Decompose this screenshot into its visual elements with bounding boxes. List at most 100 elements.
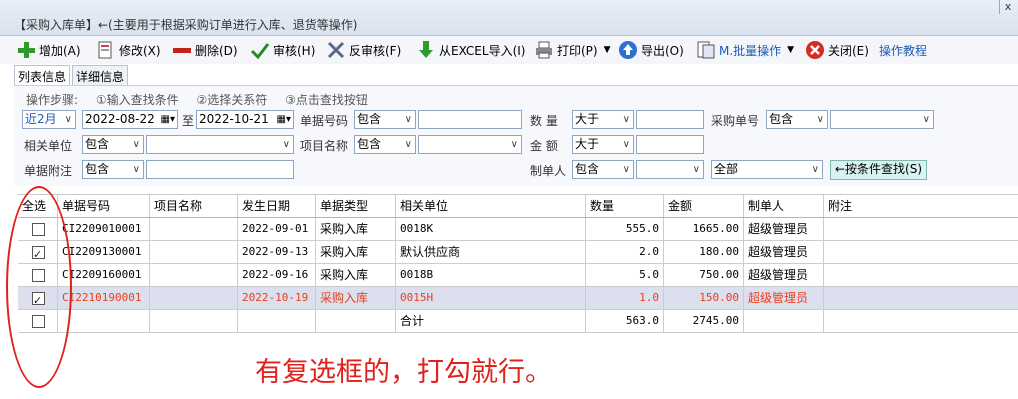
partner-cell: 默认供应商 <box>396 241 586 263</box>
period-select[interactable]: 近2月 ∨ <box>22 110 76 129</box>
title-bar: 【采购入库单】←(主要用于根据采购订单进行入库、退货等操作) x <box>0 0 1018 36</box>
edit-label: 修改(X) <box>119 43 161 58</box>
column-header[interactable]: 制单人 <box>744 195 824 217</box>
quantity-cell: 1.0 <box>586 287 664 309</box>
note-operator-select[interactable]: 包含 ∨ <box>82 160 144 179</box>
table-row[interactable]: CI2209160001 2022-09-16 采购入库 0018B 5.0 7… <box>18 264 1018 287</box>
doc-no-label: 单据号码 <box>300 114 349 128</box>
table-row[interactable]: CI2209010001 2022-09-01 采购入库 0018K 555.0… <box>18 218 1018 241</box>
note-cell <box>824 241 1018 263</box>
project-label: 项目名称 <box>300 139 349 153</box>
add-button[interactable]: 增加(A) <box>16 38 81 62</box>
steps-title: 操作步骤: <box>26 93 79 107</box>
chevron-down-icon: ∨ <box>404 139 412 150</box>
column-header[interactable]: 附注 <box>824 195 1018 217</box>
column-header[interactable]: 项目名称 <box>150 195 238 217</box>
unaudit-button[interactable]: 反审核(F) <box>326 38 401 62</box>
project-select[interactable]: ∨ <box>418 135 522 154</box>
total-quantity: 563.0 <box>586 310 664 332</box>
partner-cell: 0018B <box>396 264 586 286</box>
quantity-cell: 5.0 <box>586 264 664 286</box>
table-header-row: 全选 单据号码 项目名称 发生日期 单据类型 相关单位 数量 金额 制单人 附注 <box>18 195 1018 218</box>
filter-panel: 操作步骤: ①输入查找条件 ②选择关系符 ③点击查找按钮 近2月 ∨ 2022-0… <box>14 85 1018 186</box>
date-to-value: 2022-10-21 <box>199 112 269 126</box>
quantity-operator-select[interactable]: 大于 ∨ <box>572 110 634 129</box>
tutorial-link[interactable]: 操作教程 <box>879 38 927 62</box>
table-total-row: 合计 563.0 2745.00 <box>18 310 1018 333</box>
note-cell <box>824 310 1018 332</box>
dropdown-arrow-icon[interactable]: ▼ <box>604 45 611 55</box>
minus-icon <box>173 48 191 53</box>
column-header[interactable]: 发生日期 <box>238 195 316 217</box>
date-from-picker[interactable]: 2022-08-22 ▦▾ <box>82 110 178 129</box>
export-button[interactable]: 导出(O) <box>618 38 684 62</box>
chevron-down-icon: ∨ <box>922 114 930 125</box>
tab-detail[interactable]: 详细信息 <box>72 65 129 85</box>
step-3: ③点击查找按钮 <box>285 93 368 107</box>
amount-operator-select[interactable]: 大于 ∨ <box>572 135 634 154</box>
delete-button[interactable]: 删除(D) <box>172 38 238 62</box>
note-label: 单据附注 <box>24 164 73 178</box>
column-header[interactable]: 单据号码 <box>58 195 150 217</box>
po-no-label: 采购单号 <box>711 114 760 128</box>
po-no-select[interactable]: ∨ <box>830 110 934 129</box>
column-header[interactable]: 数量 <box>586 195 664 217</box>
project-operator-select[interactable]: 包含 ∨ <box>354 135 416 154</box>
date-to-picker[interactable]: 2022-10-21 ▦▾ <box>196 110 294 129</box>
partner-label: 相关单位 <box>24 139 73 153</box>
upload-arrow-icon <box>619 41 637 59</box>
close-icon[interactable]: x <box>999 0 1016 14</box>
po-no-operator-select[interactable]: 包含 ∨ <box>766 110 828 129</box>
amount-cell: 750.00 <box>664 264 744 286</box>
column-header[interactable]: 相关单位 <box>396 195 586 217</box>
doc-no-operator-value: 包含 <box>357 112 382 126</box>
chevron-down-icon: ∨ <box>622 114 630 125</box>
operation-steps: 操作步骤: ①输入查找条件 ②选择关系符 ③点击查找按钮 <box>26 91 382 108</box>
amount-input[interactable] <box>636 135 704 154</box>
status-value: 全部 <box>714 162 739 176</box>
partner-operator-select[interactable]: 包含 ∨ <box>82 135 144 154</box>
date-cell: 2022-09-13 <box>238 241 316 263</box>
note-input[interactable] <box>146 160 294 179</box>
doc-no-input[interactable] <box>418 110 522 129</box>
partner-select[interactable]: ∨ <box>146 135 294 154</box>
unaudit-label: 反审核(F) <box>349 43 402 58</box>
maker-cell: 超级管理员 <box>744 218 824 240</box>
print-button[interactable]: 打印(P) ▼ <box>534 38 611 62</box>
tab-bar: 列表信息 详细信息 <box>14 65 130 85</box>
maker-cell: 超级管理员 <box>744 287 824 309</box>
quantity-cell: 2.0 <box>586 241 664 263</box>
close-button[interactable]: 关闭(E) <box>805 38 869 62</box>
dropdown-arrow-icon[interactable]: ▼ <box>787 45 794 55</box>
audit-button[interactable]: 审核(H) <box>250 38 315 62</box>
column-header[interactable]: 金额 <box>664 195 744 217</box>
status-select[interactable]: 全部 ∨ <box>711 160 823 179</box>
import-excel-label: 从EXCEL导入(I) <box>439 43 526 58</box>
search-button[interactable]: ←按条件查找(S) <box>830 160 928 180</box>
tab-list[interactable]: 列表信息 <box>14 65 71 85</box>
table-row-selected[interactable]: CI2210190001 2022-10-19 采购入库 0015H 1.0 1… <box>18 287 1018 310</box>
calendar-icon[interactable]: ▦▾ <box>161 111 175 128</box>
calendar-icon[interactable]: ▦▾ <box>277 111 291 128</box>
maker-cell <box>744 310 824 332</box>
edit-button[interactable]: 修改(X) <box>96 38 161 62</box>
note-cell <box>824 218 1018 240</box>
total-label: 合计 <box>396 310 586 332</box>
maker-label: 制单人 <box>530 164 567 178</box>
amount-label: 金 额 <box>530 139 558 153</box>
date-cell: 2022-10-19 <box>238 287 316 309</box>
maker-select[interactable]: ∨ <box>636 160 704 179</box>
table-row[interactable]: CI2209130001 2022-09-13 采购入库 默认供应商 2.0 1… <box>18 241 1018 264</box>
column-header[interactable]: 单据类型 <box>316 195 396 217</box>
batch-button[interactable]: M.批量操作 ▼ <box>696 38 794 62</box>
doc-no-operator-select[interactable]: 包含 ∨ <box>354 110 416 129</box>
step-1: ①输入查找条件 <box>95 93 179 107</box>
maker-operator-select[interactable]: 包含 ∨ <box>572 160 634 179</box>
data-grid: 全选 单据号码 项目名称 发生日期 单据类型 相关单位 数量 金额 制单人 附注… <box>18 194 1018 333</box>
import-excel-button[interactable]: 从EXCEL导入(I) <box>416 38 525 62</box>
chevron-down-icon: ∨ <box>816 114 824 125</box>
quantity-input[interactable] <box>636 110 704 129</box>
type-cell: 采购入库 <box>316 287 396 309</box>
check-icon <box>250 43 270 60</box>
download-arrow-icon <box>419 41 433 58</box>
